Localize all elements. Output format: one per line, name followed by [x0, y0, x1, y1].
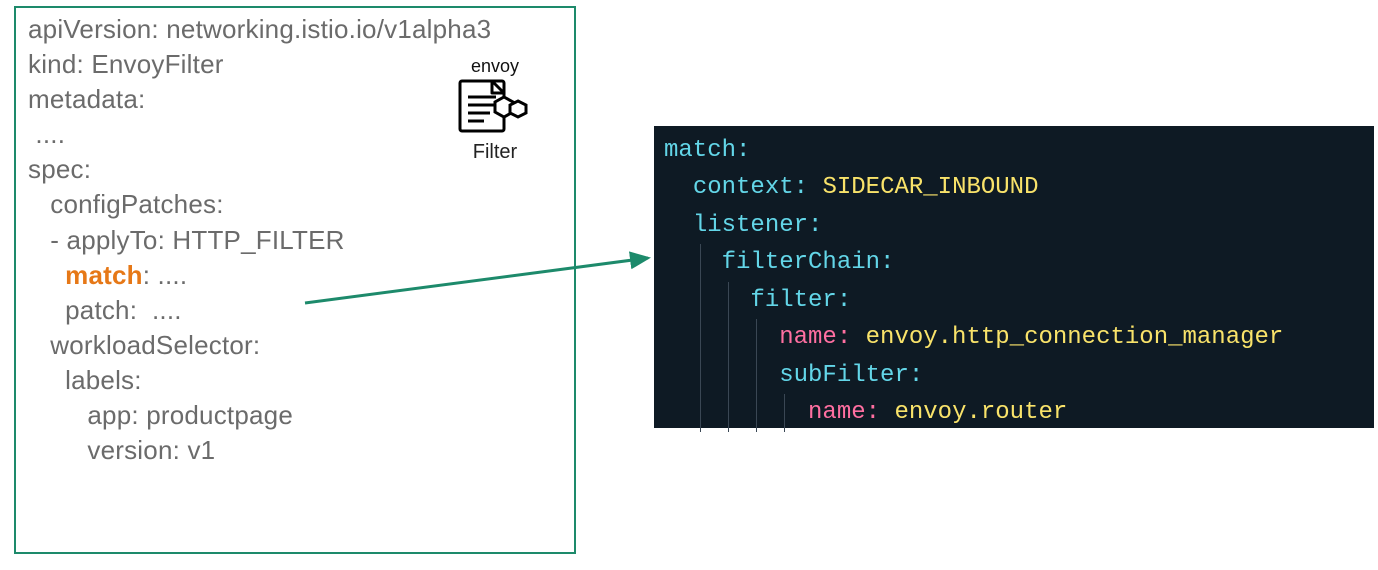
yaml-line: configPatches:: [28, 187, 562, 222]
code-line: context: SIDECAR_INBOUND: [664, 169, 1366, 206]
yaml-match-rest: : ....: [143, 260, 188, 290]
code-line: name: envoy.router: [664, 394, 1366, 431]
yaml-line-match: match: ....: [28, 258, 562, 293]
badge-title: envoy: [471, 56, 519, 77]
document-icon: [454, 77, 536, 137]
code-line: name: envoy.http_connection_manager: [664, 319, 1366, 356]
envoy-filter-badge: envoy Filter: [426, 48, 564, 172]
yaml-line: patch: ....: [28, 293, 562, 328]
yaml-line: version: v1: [28, 433, 562, 468]
yaml-config-box: apiVersion: networking.istio.io/v1alpha3…: [14, 6, 576, 554]
code-line: filter:: [664, 282, 1366, 319]
code-line: filterChain:: [664, 244, 1366, 281]
code-line: subFilter:: [664, 357, 1366, 394]
yaml-match-key: match: [65, 260, 143, 290]
yaml-line: - applyTo: HTTP_FILTER: [28, 223, 562, 258]
badge-caption: Filter: [473, 141, 517, 164]
code-line: match:: [664, 132, 1366, 169]
yaml-line: workloadSelector:: [28, 328, 562, 363]
yaml-line: app: productpage: [28, 398, 562, 433]
code-line: listener:: [664, 207, 1366, 244]
code-panel: match: context: SIDECAR_INBOUND listener…: [654, 126, 1374, 428]
yaml-line: apiVersion: networking.istio.io/v1alpha3: [28, 12, 562, 47]
yaml-line: labels:: [28, 363, 562, 398]
